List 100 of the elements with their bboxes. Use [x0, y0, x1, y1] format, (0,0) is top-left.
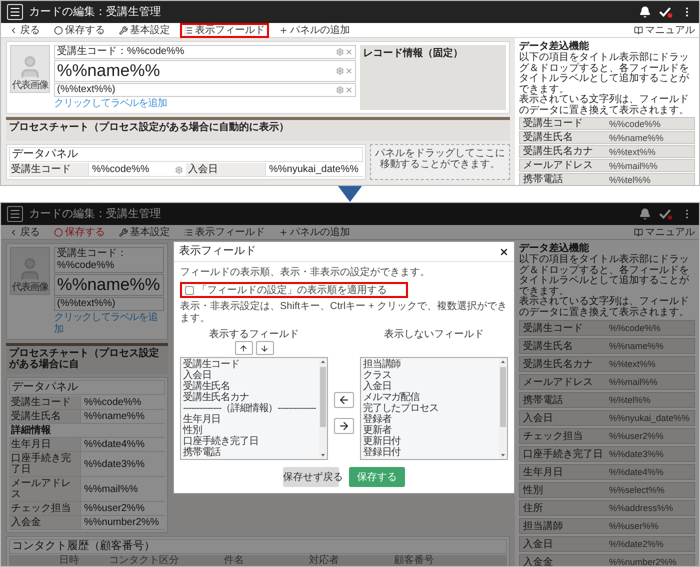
list-item[interactable]: 入金日	[363, 381, 497, 392]
name-field[interactable]: %%name%%	[54, 274, 164, 296]
list-item[interactable]: 登録日付	[363, 447, 497, 458]
toolbar-button[interactable]: 基本設定	[115, 22, 174, 38]
toolbar-button[interactable]: 表示フィールド	[180, 22, 269, 38]
list-item[interactable]: 携帯電話	[183, 447, 317, 458]
list-item[interactable]: 入会日	[183, 370, 317, 381]
arrow-left-icon	[338, 394, 350, 406]
list-item[interactable]: 性別	[183, 425, 317, 436]
field-value: %%name%%	[83, 410, 146, 423]
draggable-field-item[interactable]: 入金金 %%number2%%	[519, 554, 695, 566]
column-title: 表示するフィールド	[208, 328, 300, 341]
wrench-icon	[119, 228, 128, 236]
gear-icon[interactable]	[175, 166, 183, 174]
draggable-field-item[interactable]: 携帯電話 %%tel%%	[519, 173, 695, 185]
move-up-button[interactable]	[234, 341, 252, 355]
list-item[interactable]: 更新者	[363, 425, 497, 436]
list-item[interactable]: 生年月日	[183, 414, 317, 425]
column-title: 表示しないフィールド	[383, 328, 485, 341]
draggable-field-item[interactable]: 性別 %%select%%	[519, 482, 695, 498]
list-item[interactable]: --------------（詳細情報）--------------	[183, 403, 317, 414]
draggable-field-item[interactable]: 受講生氏名 %%name%%	[519, 338, 695, 354]
menu-button[interactable]	[7, 4, 23, 20]
draggable-field-item[interactable]: 受講生コード %%code%%	[519, 117, 695, 130]
book-icon	[634, 228, 643, 236]
scrollbar-drawing[interactable]	[319, 358, 327, 459]
list-item[interactable]: 受講生氏名	[183, 381, 317, 392]
close-icon[interactable]	[345, 48, 353, 56]
column-header: 顧客番号	[393, 555, 435, 566]
name-field[interactable]: %%name%%	[54, 60, 356, 82]
draggable-field-item[interactable]: 携帯電話 %%tel%%	[519, 392, 695, 408]
checkbox[interactable]	[185, 286, 194, 294]
panel-title: データパネル	[9, 380, 165, 395]
gear-icon[interactable]	[336, 48, 344, 56]
code-label-field[interactable]: 受講生コード：%%code%%	[54, 247, 164, 273]
list-item[interactable]: 登録者	[363, 414, 497, 425]
list-item[interactable]: 口座手続き完了日	[183, 436, 317, 447]
toolbar-button[interactable]: 表示フィールド	[180, 224, 269, 240]
draggable-field-item[interactable]: 担当講師 %%user%%	[519, 518, 695, 534]
list-item[interactable]: 完了したプロセス	[363, 403, 497, 414]
field-label: 受講生コード	[9, 396, 81, 409]
list-item[interactable]: 担当講師	[363, 359, 497, 370]
field-label: 生年月日	[9, 438, 81, 451]
field-value: %%date4%%	[83, 438, 146, 451]
field-list[interactable]: 担当講師 クラス 入金日 メルマガ配信 完了したプロセス 登録者 更新者 更新日付 登録日付	[360, 357, 508, 460]
close-button[interactable]	[499, 246, 509, 256]
toolbar-button[interactable]: パネルの追加	[275, 22, 354, 38]
draggable-field-item[interactable]: 受講生氏名 %%name%%	[519, 131, 695, 144]
bell-icon[interactable]	[639, 6, 651, 18]
draggable-field-item[interactable]: 入金日 %%date2%%	[519, 536, 695, 552]
field-value: %%nyukai_date%%	[268, 163, 360, 176]
toolbar-button[interactable]: 戻る	[5, 22, 44, 38]
list-item[interactable]: 更新日付	[363, 436, 497, 447]
list-item[interactable]: メルマガ配信	[363, 392, 497, 403]
book-icon	[634, 26, 643, 34]
draggable-field-item[interactable]: 受講生コード %%code%%	[519, 320, 695, 336]
draggable-field-item[interactable]: 入会日 %%nyukai_date%%	[519, 410, 695, 426]
manual-link[interactable]: マニュアル	[634, 24, 695, 36]
column-header: 日時	[58, 555, 80, 566]
draggable-field-item[interactable]: 生年月日 %%date4%%	[519, 464, 695, 480]
draggable-field-item[interactable]: チェック担当 %%user2%%	[519, 428, 695, 444]
circle-icon	[54, 228, 63, 236]
draggable-field-item[interactable]: メールアドレス %%mail%%	[519, 374, 695, 390]
draggable-field-item[interactable]: 住所 %%address%%	[519, 500, 695, 516]
list-icon	[184, 26, 193, 34]
draggable-field-item[interactable]: 口座手続き完了日 %%date3%%	[519, 446, 695, 462]
instruction-text: 表示・非表示設定は、Shiftキー、Ctrlキー + クリックで、複数選択ができます。	[180, 301, 508, 325]
check-with-dot-icon[interactable]	[659, 208, 673, 220]
draggable-field-item[interactable]: 受講生氏名カナ %%text%%	[519, 145, 695, 158]
scrollbar-drawing[interactable]	[499, 358, 507, 459]
add-label-link[interactable]: クリックしてラベルを追加	[54, 98, 356, 110]
move-down-button[interactable]	[256, 341, 274, 355]
code-label-field[interactable]: 受講生コード：%%code%%	[54, 45, 356, 59]
list-item[interactable]: 受講生氏名カナ	[183, 392, 317, 403]
toolbar-button[interactable]: 戻る	[5, 224, 44, 240]
close-icon[interactable]	[345, 67, 353, 75]
manual-link[interactable]: マニュアル	[634, 226, 695, 238]
drop-zone: パネルをドラッグしてここに移動することができます。	[370, 144, 510, 180]
text-field[interactable]: (%%text%%)	[54, 297, 164, 311]
text-field[interactable]: (%%text%%)	[54, 83, 356, 97]
column-header: 対応者	[308, 555, 340, 566]
gear-icon[interactable]	[336, 67, 344, 75]
toolbar-button[interactable]: パネルの追加	[275, 224, 354, 240]
move-left-button[interactable]	[334, 392, 354, 408]
list-item[interactable]: 受講生コード	[183, 359, 317, 370]
list-item[interactable]: クラス	[363, 370, 497, 381]
side-panel-description: 表示されている文字列は、フィールドのデータに置き換えて表示されます。	[519, 95, 690, 116]
arrow-up-icon	[239, 344, 248, 352]
field-label: チェック担当	[9, 502, 81, 515]
toolbar-button[interactable]: 保存する	[50, 22, 109, 38]
field-list[interactable]: 受講生コード 入会日 受講生氏名 受講生氏名カナ --------------（詳細情報）-------------- 生年月日 性別 口座手続き完了日 携帯電話	[180, 357, 328, 460]
gear-icon[interactable]	[336, 86, 344, 94]
toolbar-button[interactable]: 基本設定	[115, 224, 174, 240]
list-icon	[184, 228, 193, 236]
move-right-button[interactable]	[334, 418, 354, 434]
side-panel-description: 表示されている文字列は、フィールドのデータに置き換えて表示されます。	[519, 297, 690, 318]
close-icon[interactable]	[345, 86, 353, 94]
draggable-field-item[interactable]: 受講生氏名カナ %%text%%	[519, 356, 695, 372]
draggable-field-item[interactable]: メールアドレス %%mail%%	[519, 159, 695, 172]
check-with-dot-icon[interactable]	[659, 6, 673, 18]
